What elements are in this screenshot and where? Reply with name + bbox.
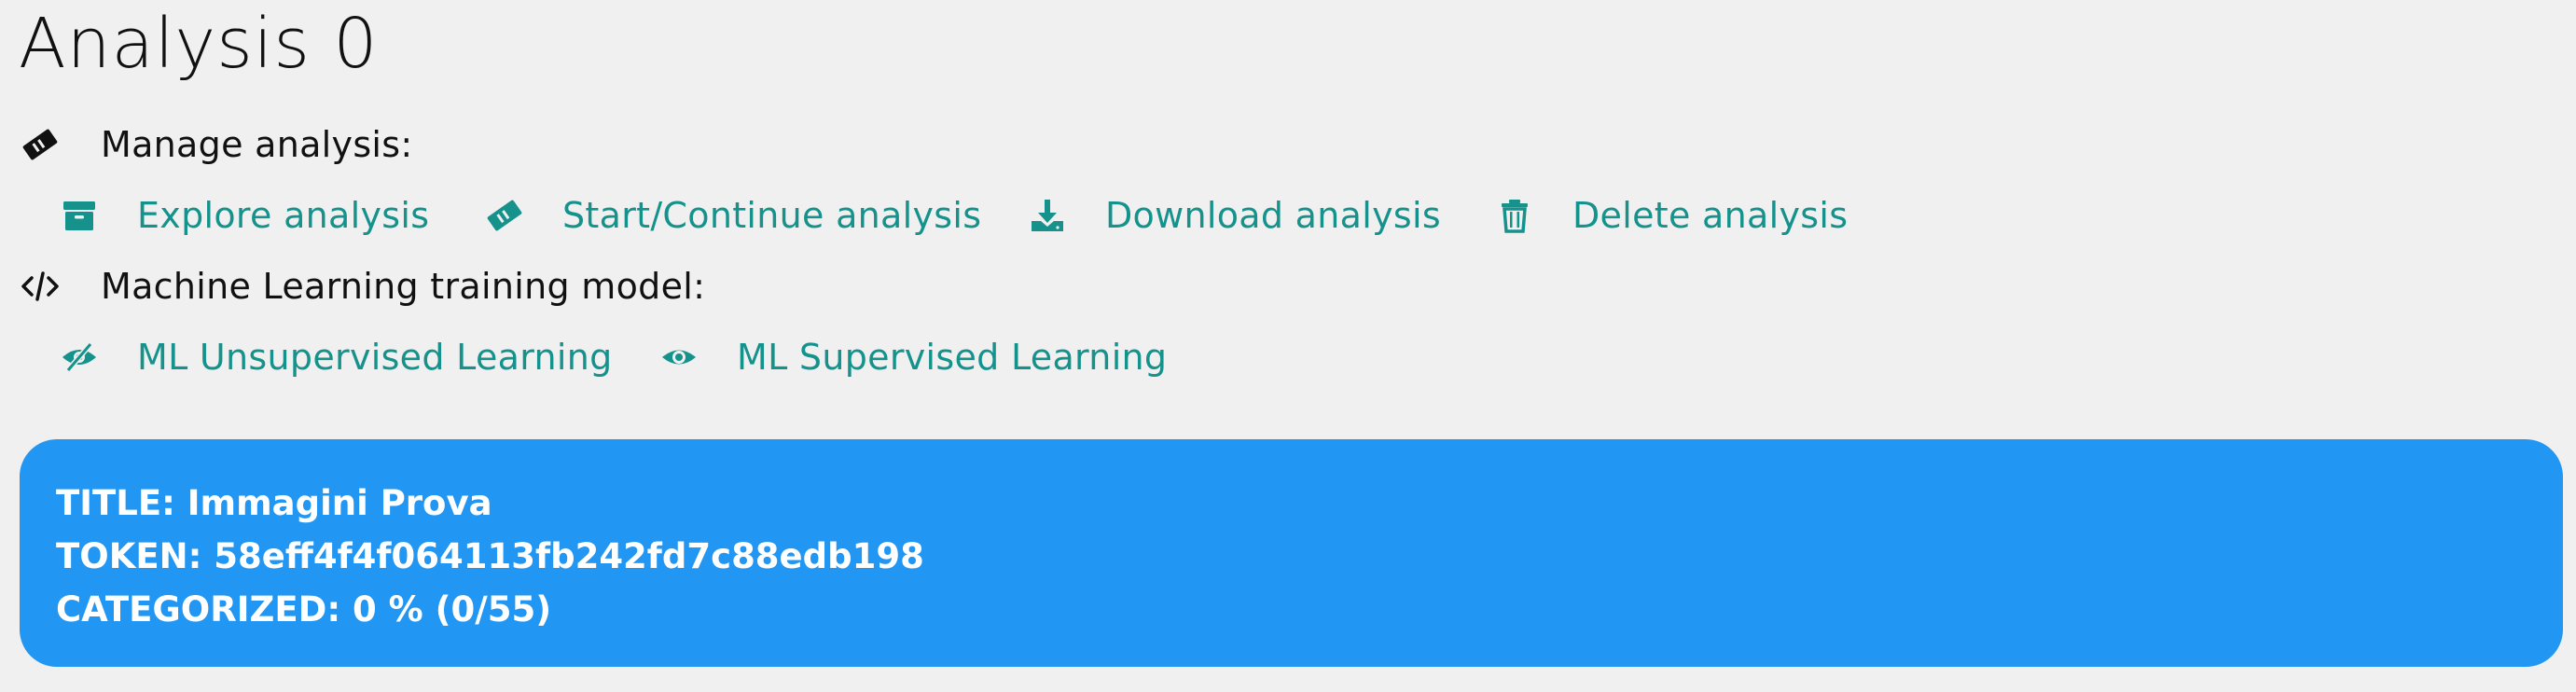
delete-analysis-label: Delete analysis	[1572, 195, 1849, 236]
ml-training-header: Machine Learning training model:	[20, 258, 705, 314]
manage-analysis-label: Manage analysis:	[101, 124, 413, 165]
analysis-title-line: TITLE: Immagini Prova	[56, 483, 492, 523]
trash-icon	[1494, 195, 1535, 236]
delete-analysis-link[interactable]: Delete analysis	[1494, 187, 1848, 243]
analysis-info-panel: TITLE: Immagini Prova TOKEN: 58eff4f4f06…	[20, 439, 2563, 667]
download-icon	[1027, 195, 1068, 236]
code-icon	[20, 266, 61, 307]
analysis-categorized-line: CATEGORIZED: 0 % (0/55)	[56, 589, 552, 630]
manage-analysis-header: Manage analysis:	[20, 117, 412, 173]
explore-analysis-label: Explore analysis	[137, 195, 430, 236]
ml-training-label: Machine Learning training model:	[101, 266, 706, 307]
download-analysis-link[interactable]: Download analysis	[1027, 187, 1441, 243]
start-continue-analysis-link[interactable]: Start/Continue analysis	[484, 187, 981, 243]
ml-unsupervised-link[interactable]: ML Unsupervised Learning	[59, 329, 613, 385]
archive-icon	[59, 195, 100, 236]
ml-unsupervised-label: ML Unsupervised Learning	[137, 337, 613, 378]
download-analysis-label: Download analysis	[1105, 195, 1441, 236]
explore-analysis-link[interactable]: Explore analysis	[59, 187, 429, 243]
ml-supervised-label: ML Supervised Learning	[737, 337, 1168, 378]
page-title: Analysis 0	[19, 4, 379, 84]
ticket-icon	[484, 195, 525, 236]
analysis-token-line: TOKEN: 58eff4f4f064113fb242fd7c88edb198	[56, 536, 924, 576]
ticket-icon	[20, 124, 61, 165]
ml-supervised-link[interactable]: ML Supervised Learning	[658, 329, 1167, 385]
eye-icon	[658, 337, 699, 378]
start-continue-analysis-label: Start/Continue analysis	[562, 195, 982, 236]
eye-slash-icon	[59, 337, 100, 378]
